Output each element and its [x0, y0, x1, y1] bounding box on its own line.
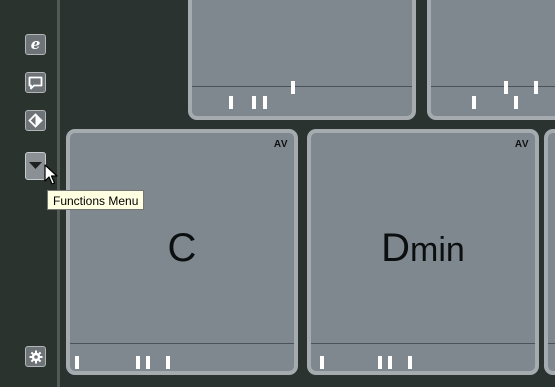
pad-badge: AV: [514, 139, 529, 150]
pad-chord-label: Dmin: [311, 228, 535, 268]
chord-pad[interactable]: [188, 0, 416, 120]
pad-marker: [75, 356, 79, 369]
functions-menu-tooltip: Functions Menu: [47, 190, 145, 210]
pad-marker: [320, 356, 324, 369]
pad-marker: [472, 96, 476, 109]
pad-marker: [252, 96, 256, 109]
chord-pad-c[interactable]: AV C: [66, 129, 298, 375]
comment-icon: [28, 76, 43, 89]
pad-marker: [408, 356, 412, 369]
functions-menu-button[interactable]: [25, 152, 46, 180]
pad-marker: [229, 96, 233, 109]
pad-marker: [263, 96, 267, 109]
chord-pad-dmin[interactable]: AV Dmin: [307, 129, 539, 375]
pad-marker: [166, 356, 170, 369]
editor-button[interactable]: e: [25, 34, 46, 55]
pad-marker: [504, 81, 508, 94]
gear-icon: [29, 350, 42, 363]
pad-badge: AV: [273, 139, 288, 150]
chord-root: D: [381, 226, 411, 270]
pad-divider: [192, 86, 412, 87]
pad-marker: [388, 356, 392, 369]
pad-divider: [311, 343, 535, 344]
chevron-down-icon: [29, 162, 42, 169]
chord-root: C: [167, 226, 197, 270]
pad-marker: [291, 81, 295, 94]
tag-button[interactable]: [25, 110, 46, 131]
chord-pad[interactable]: [544, 129, 555, 375]
chord-suffix: min: [410, 231, 465, 269]
comment-button[interactable]: [25, 72, 46, 93]
editor-icon: e: [30, 35, 41, 53]
pad-marker: [534, 81, 538, 94]
pad-marker: [136, 356, 140, 369]
chord-pad[interactable]: [427, 0, 555, 120]
tag-icon: [28, 113, 43, 128]
pad-divider: [548, 343, 555, 344]
pad-divider: [70, 343, 294, 344]
pad-chord-label: C: [70, 228, 294, 268]
pad-marker: [146, 356, 150, 369]
pad-marker: [378, 356, 382, 369]
mouse-cursor-icon: [44, 164, 58, 185]
settings-button[interactable]: [25, 346, 46, 367]
pad-marker: [514, 96, 518, 109]
